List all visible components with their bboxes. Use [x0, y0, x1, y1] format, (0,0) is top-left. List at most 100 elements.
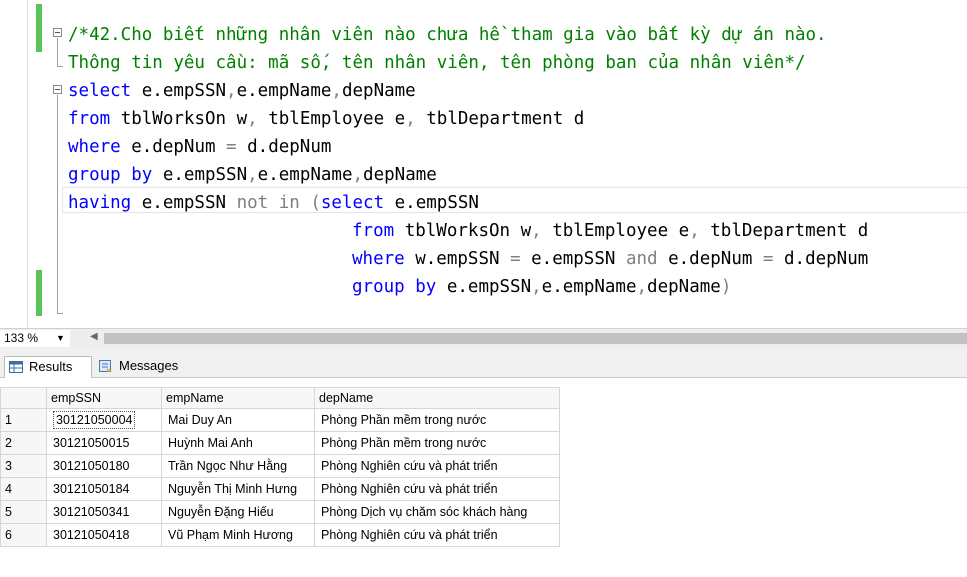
tab-messages[interactable]: Messages [95, 356, 195, 378]
collapse-icon[interactable] [53, 85, 62, 94]
code-line-text: from tblWorksOn w, tblEmployee e, tblDep… [68, 105, 584, 133]
code-token: tblWorksOn w [110, 109, 248, 129]
table-row[interactable]: 6 30121050418 Vũ Phạm Minh Hương Phòng Nghi… [0, 523, 560, 547]
horizontal-scrollbar[interactable] [104, 333, 967, 344]
code-token: e.empSSN [436, 277, 532, 297]
code-line[interactable]: group by e.empSSN,e.empName,depName) [0, 273, 967, 301]
cell-text: Mai Duy An [168, 413, 232, 427]
code-line[interactable]: where w.empSSN = e.empSSN and e.depNum =… [0, 245, 967, 273]
row-number-cell[interactable]: 1 [0, 408, 47, 432]
cell-text: 6 [5, 528, 12, 542]
code-token: tblDepartment d [699, 221, 869, 241]
code-line[interactable]: /*42.Cho biết những nhân viên nào chưa h… [0, 21, 967, 49]
code-token: , [331, 81, 342, 101]
fold-guide-end [57, 66, 63, 67]
zoom-level: 133 % [4, 331, 39, 345]
cell-text: Phòng Nghiên cứu và phát triển [321, 459, 498, 473]
depname-cell[interactable]: Phòng Nghiên cứu và phát triển [314, 523, 560, 547]
code-line-text: /*42.Cho biết những nhân viên nào chưa h… [68, 21, 827, 49]
empname-cell[interactable]: Vũ Phạm Minh Hương [161, 523, 315, 547]
tab-results[interactable]: Results [4, 356, 92, 378]
code-line[interactable]: from tblWorksOn w, tblEmployee e, tblDep… [0, 217, 967, 245]
code-token: , [531, 221, 542, 241]
empname-cell[interactable]: Nguyễn Thị Minh Hưng [161, 477, 315, 501]
empssn-cell[interactable]: 30121050418 [46, 523, 162, 547]
cell-text: Phòng Dịch vụ chăm sóc khách hàng [321, 505, 528, 519]
fold-guide [57, 95, 58, 313]
code-token: w.empSSN [404, 249, 511, 269]
code-token: e.empSSN [152, 165, 248, 185]
grid-icon [9, 361, 23, 373]
cell-text: Phòng Nghiên cứu và phát triển [321, 482, 498, 496]
code-line[interactable]: from tblWorksOn w, tblEmployee e, tblDep… [0, 105, 967, 133]
cell-text: 30121050341 [53, 505, 130, 519]
code-token: e.empName [236, 81, 332, 101]
column-header[interactable]: empName [161, 387, 315, 409]
empname-cell[interactable]: Huỳnh Mai Anh [161, 431, 315, 455]
sql-editor[interactable]: /*42.Cho biết những nhân viên nào chưa h… [0, 0, 967, 328]
current-line-highlight [62, 187, 967, 213]
empname-cell[interactable]: Mai Duy An [161, 408, 315, 432]
row-number-cell[interactable]: 6 [0, 523, 47, 547]
code-token: , [531, 277, 542, 297]
code-token: and [625, 249, 658, 269]
code-token: e.empSSN [520, 249, 626, 269]
code-line-text: group by e.empSSN,e.empName,depName) [352, 273, 731, 301]
scroll-left-icon[interactable]: ◀ [90, 331, 98, 342]
cell-text: Trần Ngọc Như Hằng [168, 459, 288, 473]
code-token: where [68, 137, 121, 157]
row-number-cell[interactable]: 4 [0, 477, 47, 501]
empname-cell[interactable]: Trần Ngọc Như Hằng [161, 454, 315, 478]
depname-cell[interactable]: Phòng Nghiên cứu và phát triển [314, 454, 560, 478]
cell-text: 30121050015 [53, 436, 130, 450]
code-token: tblEmployee e [257, 109, 406, 129]
zoom-dropdown[interactable]: 133 % ▼ [0, 330, 70, 347]
depname-cell[interactable]: Phòng Phần mềm trong nước [314, 431, 560, 455]
tab-results-label: Results [29, 359, 73, 374]
column-header[interactable]: depName [314, 387, 560, 409]
cell-text: 30121050004 [53, 411, 136, 429]
cell-text: 4 [5, 482, 12, 496]
code-token: e.empSSN [131, 81, 227, 101]
row-number-header[interactable] [0, 387, 47, 409]
code-token: tblEmployee e [541, 221, 690, 241]
code-token: , [226, 81, 237, 101]
chevron-down-icon[interactable]: ▼ [56, 330, 65, 347]
row-number-cell[interactable]: 2 [0, 431, 47, 455]
empssn-cell[interactable]: 30121050184 [46, 477, 162, 501]
code-token: , [405, 109, 416, 129]
code-token: , [636, 277, 648, 297]
depname-cell[interactable]: Phòng Phần mềm trong nước [314, 408, 560, 432]
code-token: e.empName [541, 277, 637, 297]
code-line[interactable]: where e.depNum = d.depNum [0, 133, 967, 161]
depname-cell[interactable]: Phòng Nghiên cứu và phát triển [314, 477, 560, 501]
messages-icon [99, 360, 112, 372]
table-row[interactable]: 2 30121050015 Huỳnh Mai Anh Phòng Phần mềm … [0, 431, 560, 455]
code-token: depName [647, 277, 721, 297]
table-row[interactable]: 3 30121050180 Trần Ngọc Như Hằng Phòng Nghi… [0, 454, 560, 478]
code-token: from [68, 109, 111, 129]
code-token: group by [68, 165, 153, 185]
code-line[interactable]: group by e.empSSN,e.empName,depName [0, 161, 967, 189]
collapse-icon[interactable] [53, 28, 62, 37]
results-tab-bar: Results Messages [0, 348, 967, 378]
table-row[interactable]: 1 30121050004 Mai Duy An Phòng Phần mềm tro… [0, 408, 560, 432]
column-header[interactable]: empSSN [46, 387, 162, 409]
empssn-cell[interactable]: 30121050341 [46, 500, 162, 524]
empssn-cell[interactable]: 30121050015 [46, 431, 162, 455]
empname-cell[interactable]: Nguyễn Đặng Hiếu [161, 500, 315, 524]
code-token: = [762, 249, 774, 269]
tab-messages-label: Messages [119, 358, 179, 373]
code-line-text: group by e.empSSN,e.empName,depName [68, 161, 437, 189]
row-number-cell[interactable]: 5 [0, 500, 47, 524]
depname-cell[interactable]: Phòng Dịch vụ chăm sóc khách hàng [314, 500, 560, 524]
row-number-cell[interactable]: 3 [0, 454, 47, 478]
code-line[interactable]: Thông tin yêu cầu: mã số, tên nhân viên,… [0, 49, 967, 77]
table-row[interactable]: 5 30121050341 Nguyễn Đặng Hiếu Phòng Dịch v… [0, 500, 560, 524]
empssn-cell[interactable]: 30121050004 [46, 408, 162, 432]
empssn-cell[interactable]: 30121050180 [46, 454, 162, 478]
code-token: Thông tin yêu cầu: mã số, tên nhân viên,… [68, 53, 806, 73]
code-line[interactable]: select e.empSSN,e.empName,depName [0, 77, 967, 105]
table-row[interactable]: 4 30121050184 Nguyễn Thị Minh Hưng Phòng Ng… [0, 477, 560, 501]
cell-text: 2 [5, 436, 12, 450]
